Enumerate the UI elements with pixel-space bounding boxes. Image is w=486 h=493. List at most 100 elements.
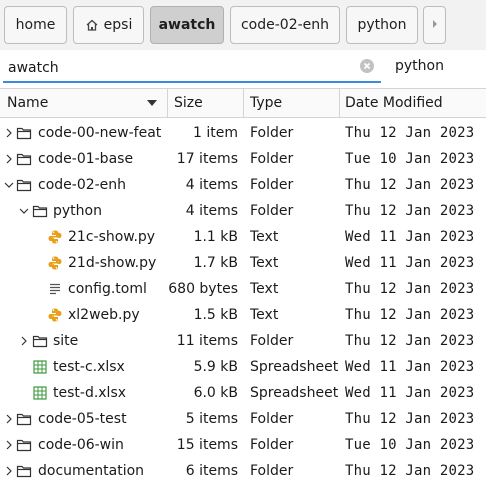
sort-descending-icon [147, 100, 157, 106]
spreadsheet-file-icon [33, 386, 47, 400]
file-type: Spreadsheet [250, 385, 339, 401]
file-date: Thu 12 Jan 2023 [345, 333, 475, 349]
file-name: test-c.xlsx [53, 359, 125, 375]
path-scroll-right-button[interactable] [423, 6, 446, 44]
file-date: Wed 11 Jan 2023 [345, 255, 475, 271]
file-date: Thu 12 Jan 2023 [345, 307, 475, 323]
file-name: test-d.xlsx [53, 385, 127, 401]
crumb-awatch[interactable]: awatch [150, 6, 224, 44]
file-date: Wed 11 Jan 2023 [345, 229, 475, 245]
file-type: Spreadsheet [250, 359, 339, 375]
chevron-right-icon[interactable] [3, 458, 15, 484]
crumb-label: awatch [158, 17, 216, 33]
file-type: Text [250, 281, 279, 297]
table-row[interactable]: code-05-test 5 items Folder Thu 12 Jan 2… [0, 406, 486, 432]
table-row[interactable]: code-00-new-feat 1 item Folder Thu 12 Ja… [0, 120, 486, 146]
column-date-label: Date Modified [345, 95, 443, 111]
file-type: Folder [250, 125, 294, 141]
folder-icon [16, 465, 32, 478]
python-file-icon [48, 256, 62, 270]
crumb-code-02-enh[interactable]: code-02-enh [230, 6, 340, 44]
folder-open-icon [32, 205, 48, 218]
table-row[interactable]: site 11 items Folder Thu 12 Jan 2023 [0, 328, 486, 354]
chevron-right-icon[interactable] [18, 328, 30, 354]
file-name: code-02-enh [38, 177, 127, 193]
folder-icon [16, 127, 32, 140]
folder-open-icon [16, 179, 32, 192]
chevron-right-icon[interactable] [3, 432, 15, 458]
location-suffix: python [395, 58, 444, 74]
table-row[interactable]: documentation 6 items Folder Thu 12 Jan … [0, 458, 486, 484]
table-row[interactable]: test-c.xlsx 5.9 kB Spreadsheet Wed 11 Ja… [0, 354, 486, 380]
file-type: Folder [250, 151, 294, 167]
crumb-label: code-02-enh [240, 17, 330, 33]
column-type-label: Type [250, 95, 283, 111]
file-size: 5.9 kB [193, 359, 238, 375]
folder-icon [16, 413, 32, 426]
file-type: Text [250, 307, 279, 323]
file-size: 680 bytes [168, 281, 238, 297]
file-size: 1.1 kB [193, 229, 238, 245]
table-row[interactable]: code-06-win 15 items Folder Tue 10 Jan 2… [0, 432, 486, 458]
crumb-label: home [15, 17, 56, 33]
file-date: Thu 12 Jan 2023 [345, 411, 475, 427]
crumb-label: epsi [103, 17, 133, 33]
file-size: 1 item [193, 125, 238, 141]
file-size: 4 items [185, 203, 238, 219]
chevron-right-icon[interactable] [3, 146, 15, 172]
location-input[interactable] [3, 54, 381, 83]
chevron-down-icon[interactable] [3, 172, 15, 198]
column-header: Name Size Type Date Modified [0, 88, 486, 118]
table-row[interactable]: code-01-base 17 items Folder Tue 10 Jan … [0, 146, 486, 172]
file-type: Folder [250, 177, 294, 193]
table-row[interactable]: xl2web.py 1.5 kB Text Thu 12 Jan 2023 [0, 302, 486, 328]
clear-icon[interactable] [360, 59, 374, 73]
file-name: xl2web.py [68, 307, 140, 323]
file-name: code-01-base [38, 151, 134, 167]
file-date: Thu 12 Jan 2023 [345, 203, 475, 219]
chevron-down-icon[interactable] [18, 198, 30, 224]
spreadsheet-file-icon [33, 360, 47, 374]
folder-icon [32, 335, 48, 348]
file-size: 15 items [176, 437, 238, 453]
chevron-right-icon[interactable] [3, 120, 15, 146]
folder-icon [16, 153, 32, 166]
file-size: 4 items [185, 177, 238, 193]
column-size-label: Size [174, 95, 203, 111]
crumb-python[interactable]: python [346, 6, 418, 44]
file-size: 6.0 kB [193, 385, 238, 401]
crumb-epsi[interactable]: epsi [73, 6, 144, 44]
table-row[interactable]: code-02-enh 4 items Folder Thu 12 Jan 20… [0, 172, 486, 198]
file-type: Folder [250, 463, 294, 479]
file-type: Folder [250, 437, 294, 453]
file-date: Thu 12 Jan 2023 [345, 463, 475, 479]
table-row[interactable]: 21c-show.py 1.1 kB Text Wed 11 Jan 2023 [0, 224, 486, 250]
chevron-right-icon[interactable] [3, 406, 15, 432]
table-row[interactable]: python 4 items Folder Thu 12 Jan 2023 [0, 198, 486, 224]
table-row[interactable]: test-d.xlsx 6.0 kB Spreadsheet Wed 11 Ja… [0, 380, 486, 406]
table-row[interactable]: 21d-show.py 1.7 kB Text Wed 11 Jan 2023 [0, 250, 486, 276]
file-size: 1.7 kB [193, 255, 238, 271]
file-name: documentation [38, 463, 145, 479]
path-bar: home epsi awatch code-02-enh python [0, 0, 486, 50]
file-name: 21c-show.py [68, 229, 156, 245]
column-name-label: Name [7, 95, 49, 111]
file-list: code-00-new-feat 1 item Folder Thu 12 Ja… [0, 120, 486, 484]
file-date: Thu 12 Jan 2023 [345, 177, 475, 193]
file-date: Thu 12 Jan 2023 [345, 125, 475, 141]
table-row[interactable]: config.toml 680 bytes Text Thu 12 Jan 20… [0, 276, 486, 302]
text-file-icon [50, 283, 60, 295]
file-name: site [53, 333, 79, 349]
crumb-home[interactable]: home [4, 6, 67, 44]
column-name[interactable]: Name [0, 89, 168, 117]
file-size: 5 items [185, 411, 238, 427]
folder-icon [16, 439, 32, 452]
file-size: 6 items [185, 463, 238, 479]
file-type: Text [250, 229, 279, 245]
column-size[interactable]: Size [168, 89, 244, 117]
file-name: code-00-new-feat [38, 125, 162, 141]
column-date-modified[interactable]: Date Modified [340, 89, 486, 117]
column-type[interactable]: Type [244, 89, 340, 117]
file-size: 1.5 kB [193, 307, 238, 323]
python-file-icon [48, 308, 62, 322]
